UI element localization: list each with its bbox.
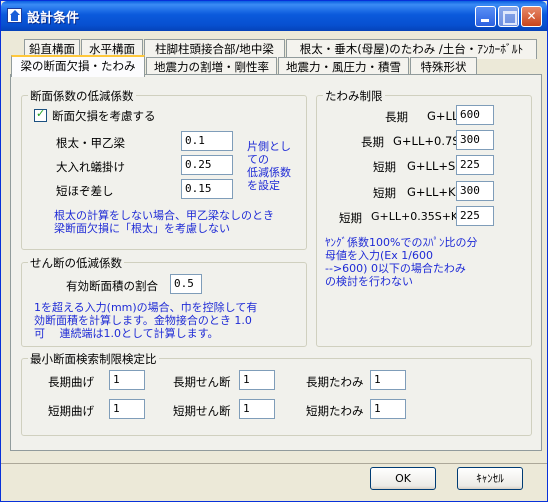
group-title-shear: せん断の低減係数 <box>28 255 124 271</box>
tab-panel: 断面係数の低減係数 断面欠損を考慮する 根太・甲乙梁 0.1 大入れ蟻掛け 0.… <box>10 74 542 451</box>
maximize-icon[interactable] <box>498 6 519 27</box>
label-short-bending: 短期曲げ <box>48 404 94 418</box>
defl-term-4: 短期 <box>373 186 396 200</box>
label-short-deflection: 短期たわみ <box>306 404 364 418</box>
defl-term-3: 短期 <box>373 160 396 174</box>
defl-combo-1: G+LL <box>427 109 459 123</box>
group-title-ratio: 最小断面検索制限検定比 <box>28 351 159 367</box>
cancel-button[interactable]: ｷｬﾝｾﾙ <box>457 467 523 490</box>
defl-combo-5: G+LL+0.35S+K <box>371 210 459 223</box>
section-loss-checkbox[interactable] <box>34 107 47 122</box>
shear-note: 1を超える入力(mm)の場合、巾を控除して有 効断面積を計算します。金物接合のと… <box>34 301 258 340</box>
input-long-bending[interactable]: 1 <box>109 370 145 390</box>
label-short-shear: 短期せん断 <box>173 404 231 418</box>
dialog-window: 設計条件 ✕ 鉛直構面 水平構面 柱脚柱頭接合部/地中梁 根太・垂木(母屋)のた… <box>0 0 548 502</box>
tab-joist-deflection[interactable]: 根太・垂木(母屋)のたわみ /土台・ｱﾝｶｰﾎﾞﾙﾄ <box>286 39 537 59</box>
defl-input-2[interactable]: 300 <box>456 130 494 150</box>
group-title-section-loss: 断面係数の低減係数 <box>28 88 136 104</box>
input-short-deflection[interactable]: 1 <box>370 399 406 419</box>
section-loss-note: 根太の計算をしない場合、甲乙梁なしのとき 梁断面欠損に「根太」を考慮しない <box>54 209 274 235</box>
house-icon <box>7 8 22 23</box>
input-joist-beam[interactable]: 0.1 <box>181 131 233 151</box>
defl-term-1: 長期 <box>385 110 408 124</box>
defl-combo-4: G+LL+K <box>407 185 456 199</box>
group-ratio: 最小断面検索制限検定比 長期曲げ 1 長期せん断 1 長期たわみ 1 短期曲げ … <box>21 351 532 436</box>
defl-input-1[interactable]: 600 <box>456 105 494 125</box>
defl-combo-3: G+LL+S <box>407 159 456 173</box>
label-long-bending: 長期曲げ <box>48 375 94 389</box>
group-deflection: たわみ制限 長期 G+LL 600 長期 G+LL+0.7S 300 短期 G+… <box>316 88 532 347</box>
title-bar[interactable]: 設計条件 ✕ <box>1 1 547 31</box>
defl-term-2: 長期 <box>361 135 384 149</box>
label-effective-area: 有効断面積の割合 <box>66 279 158 293</box>
label-long-deflection: 長期たわみ <box>306 375 364 389</box>
divider <box>1 463 547 464</box>
input-long-deflection[interactable]: 1 <box>370 370 406 390</box>
input-long-shear[interactable]: 1 <box>239 370 275 390</box>
close-icon[interactable]: ✕ <box>521 6 542 27</box>
defl-input-3[interactable]: 225 <box>456 155 494 175</box>
input-dovetail[interactable]: 0.25 <box>181 155 233 175</box>
minimize-icon[interactable] <box>475 6 496 27</box>
section-loss-checkbox-label[interactable]: 断面欠損を考慮する <box>52 108 156 124</box>
group-section-loss: 断面係数の低減係数 断面欠損を考慮する 根太・甲乙梁 0.1 大入れ蟻掛け 0.… <box>21 88 307 250</box>
defl-input-5[interactable]: 225 <box>456 206 494 226</box>
group-shear: せん断の低減係数 有効断面積の割合 0.5 1を超える入力(mm)の場合、巾を控… <box>21 255 307 347</box>
input-effective-area[interactable]: 0.5 <box>170 274 202 294</box>
label-long-shear: 長期せん断 <box>173 375 231 389</box>
deflection-note: ﾔﾝｸﾞ係数100%でのｽﾊﾟﾝ比の分 母値を入力(Ex 1/600 -->60… <box>325 236 478 288</box>
label-short-tenon: 短ほぞ差し <box>56 184 114 198</box>
defl-term-5: 短期 <box>339 211 362 225</box>
input-short-bending[interactable]: 1 <box>109 399 145 419</box>
input-short-tenon[interactable]: 0.15 <box>181 179 233 199</box>
defl-combo-2: G+LL+0.7S <box>393 134 460 148</box>
side-note: 片側とし ての 低減係数 を設定 <box>247 140 291 192</box>
tab-beam-section-loss[interactable]: 梁の断面欠損・たわみ <box>11 55 145 77</box>
label-joist-beam: 根太・甲乙梁 <box>56 136 125 150</box>
window-title: 設計条件 <box>27 11 80 26</box>
input-short-shear[interactable]: 1 <box>239 399 275 419</box>
tab-column-joint[interactable]: 柱脚柱頭接合部/地中梁 <box>144 39 285 59</box>
label-dovetail: 大入れ蟻掛け <box>56 160 125 174</box>
defl-input-4[interactable]: 300 <box>456 181 494 201</box>
ok-button[interactable]: OK <box>370 467 436 490</box>
group-title-deflection: たわみ制限 <box>323 88 385 104</box>
